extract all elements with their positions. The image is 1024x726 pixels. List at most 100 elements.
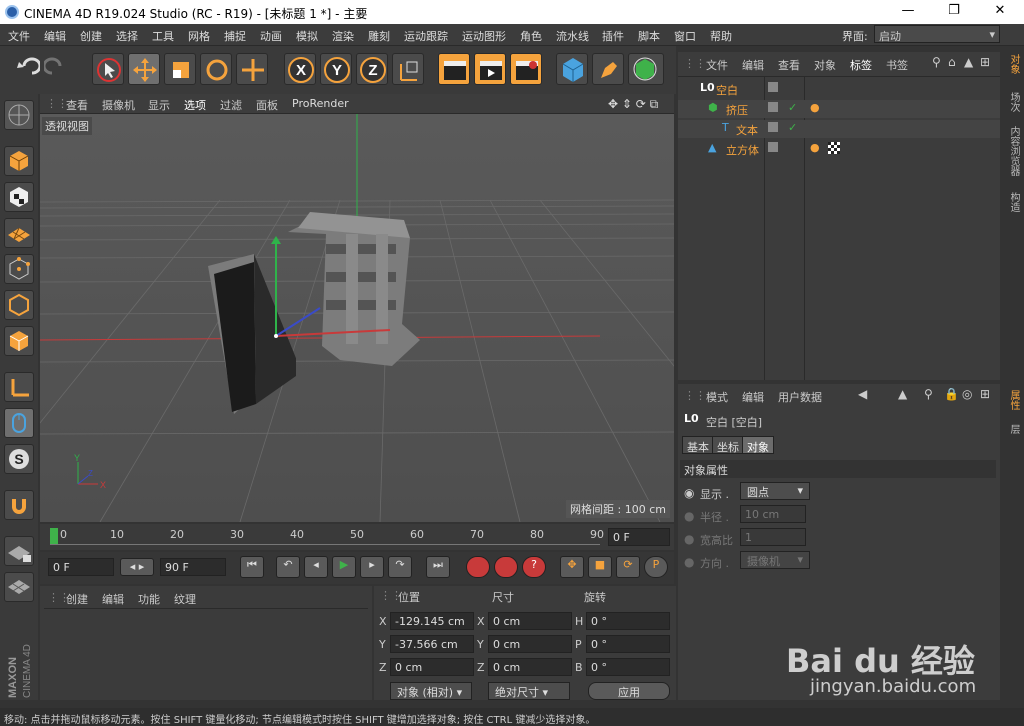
visibility-toggle[interactable] bbox=[768, 142, 778, 152]
material-tag-icon[interactable]: ● bbox=[810, 101, 820, 114]
tab-coordinates[interactable]: 坐标 bbox=[712, 436, 744, 454]
key-scale-button[interactable]: ■ bbox=[588, 556, 612, 578]
size-y-field[interactable]: 0 cm bbox=[488, 635, 572, 653]
radio-icon[interactable]: ● bbox=[684, 509, 694, 523]
object-row[interactable]: ⬢ 挤压 ✓ ● bbox=[678, 100, 1000, 118]
model-mode-button[interactable] bbox=[4, 146, 34, 176]
tweak-mode-button[interactable] bbox=[4, 408, 34, 438]
lock-icon[interactable]: 🔒 bbox=[944, 387, 959, 401]
rotation-p-field[interactable]: 0 ° bbox=[586, 635, 670, 653]
recent-tool-button[interactable] bbox=[236, 53, 268, 85]
tab-content-browser[interactable]: 内容浏览器 bbox=[1005, 126, 1021, 176]
attr-menu-mode[interactable]: 模式 bbox=[706, 389, 728, 405]
menu-script[interactable]: 脚本 bbox=[638, 28, 660, 44]
coordinate-mode-select[interactable]: 对象 (相对) ▾ bbox=[390, 682, 472, 700]
material-menu-function[interactable]: 功能 bbox=[138, 591, 160, 607]
position-y-field[interactable]: -37.566 cm bbox=[390, 635, 474, 653]
tab-structure[interactable]: 构造 bbox=[1005, 192, 1021, 212]
size-mode-select[interactable]: 绝对尺寸 ▾ bbox=[488, 682, 570, 700]
search-icon[interactable]: ⚲ bbox=[924, 387, 933, 401]
play-button[interactable]: ▶ bbox=[332, 556, 356, 578]
radio-icon[interactable]: ● bbox=[684, 555, 694, 569]
size-x-field[interactable]: 0 cm bbox=[488, 612, 572, 630]
planar-workplane-button[interactable] bbox=[4, 572, 34, 602]
texture-tag-icon[interactable] bbox=[828, 142, 840, 154]
radio-icon[interactable]: ● bbox=[684, 532, 694, 546]
key-position-button[interactable]: ✥ bbox=[560, 556, 584, 578]
object-menu-file[interactable]: 文件 bbox=[706, 57, 728, 73]
menu-edit[interactable]: 编辑 bbox=[44, 28, 66, 44]
material-menu-create[interactable]: 创建 bbox=[66, 591, 88, 607]
subdivision-button[interactable] bbox=[628, 53, 664, 85]
autokey-button[interactable] bbox=[494, 556, 518, 578]
object-name[interactable]: 挤压 bbox=[726, 102, 748, 118]
move-tool-button[interactable] bbox=[128, 53, 160, 85]
viewport-menu-view[interactable]: 查看 bbox=[66, 97, 88, 113]
viewport-menu-filter[interactable]: 过滤 bbox=[220, 97, 242, 113]
tab-object[interactable]: 对象 bbox=[742, 436, 774, 454]
close-button[interactable]: ✕ bbox=[980, 3, 1020, 18]
drag-handle-icon[interactable]: ⋮⋮ bbox=[684, 389, 706, 402]
object-name[interactable]: 立方体 bbox=[726, 142, 759, 158]
go-to-end-button[interactable]: ⏭ bbox=[426, 556, 450, 578]
menu-help[interactable]: 帮助 bbox=[710, 28, 732, 44]
rotation-h-field[interactable]: 0 ° bbox=[586, 612, 670, 630]
menu-create[interactable]: 创建 bbox=[80, 28, 102, 44]
viewport-menu-prorender[interactable]: ProRender bbox=[292, 97, 349, 110]
object-row[interactable]: T 文本 ✓ bbox=[678, 120, 1000, 138]
aspect-field[interactable]: 1 bbox=[740, 528, 806, 546]
minimize-button[interactable]: — bbox=[888, 3, 928, 18]
attr-menu-edit[interactable]: 编辑 bbox=[742, 389, 764, 405]
tab-takes[interactable]: 场次 bbox=[1005, 92, 1021, 112]
object-menu-tags[interactable]: 标签 bbox=[850, 57, 872, 73]
previous-frame-button[interactable]: ◂ bbox=[304, 556, 328, 578]
menu-file[interactable]: 文件 bbox=[8, 28, 30, 44]
menu-motion-tracker[interactable]: 运动跟踪 bbox=[404, 28, 448, 44]
menu-simulate[interactable]: 模拟 bbox=[296, 28, 318, 44]
viewport-menu-panel[interactable]: 面板 bbox=[256, 97, 278, 113]
attr-menu-userdata[interactable]: 用户数据 bbox=[778, 389, 822, 405]
menu-plugins[interactable]: 插件 bbox=[602, 28, 624, 44]
object-row[interactable]: L0 空白 bbox=[678, 80, 1000, 98]
z-axis-button[interactable]: Z bbox=[356, 53, 388, 85]
live-select-button[interactable] bbox=[92, 53, 124, 85]
menu-window[interactable]: 窗口 bbox=[674, 28, 696, 44]
new-window-icon[interactable]: ⊞ bbox=[980, 55, 990, 69]
points-mode-button[interactable] bbox=[4, 254, 34, 284]
key-rotation-button[interactable]: ⟳ bbox=[616, 556, 640, 578]
magnet-button[interactable] bbox=[4, 490, 34, 520]
redo-button[interactable] bbox=[42, 53, 76, 85]
enabled-check-icon[interactable]: ✓ bbox=[788, 101, 797, 114]
current-frame-field[interactable]: 0 F bbox=[608, 528, 670, 546]
object-menu-view[interactable]: 查看 bbox=[778, 57, 800, 73]
axis-mode-button[interactable] bbox=[4, 372, 34, 402]
search-icon[interactable]: ⚲ bbox=[932, 55, 941, 69]
drag-handle-icon[interactable]: ⋮⋮ bbox=[46, 97, 68, 110]
go-to-start-button[interactable]: ⏮ bbox=[240, 556, 264, 578]
drag-handle-icon[interactable]: ⋮⋮ bbox=[684, 57, 706, 70]
object-menu-objects[interactable]: 对象 bbox=[814, 57, 836, 73]
key-parameter-button[interactable]: P bbox=[644, 556, 668, 578]
render-view-button[interactable] bbox=[438, 53, 470, 85]
y-axis-button[interactable]: Y bbox=[320, 53, 352, 85]
start-frame-field[interactable]: 0 F bbox=[48, 558, 114, 576]
render-settings-button[interactable] bbox=[510, 53, 542, 85]
cube-button[interactable] bbox=[556, 53, 588, 85]
menu-select[interactable]: 选择 bbox=[116, 28, 138, 44]
viewport-menu-display[interactable]: 显示 bbox=[148, 97, 170, 113]
end-frame-field[interactable]: 90 F bbox=[160, 558, 226, 576]
menu-snap[interactable]: 捕捉 bbox=[224, 28, 246, 44]
radio-icon[interactable]: ◉ bbox=[684, 486, 694, 500]
restore-button[interactable]: ❐ bbox=[934, 3, 974, 18]
next-frame-button[interactable]: ▸ bbox=[360, 556, 384, 578]
enabled-check-icon[interactable]: ✓ bbox=[788, 121, 797, 134]
keyframe-selection-button[interactable]: ? bbox=[522, 556, 546, 578]
position-z-field[interactable]: 0 cm bbox=[390, 658, 474, 676]
new-window-icon[interactable]: ⊞ bbox=[980, 387, 990, 401]
record-keys-button[interactable] bbox=[466, 556, 490, 578]
tab-layers[interactable]: 层 bbox=[1005, 424, 1021, 434]
tab-objects[interactable]: 对象 bbox=[1005, 54, 1021, 74]
size-z-field[interactable]: 0 cm bbox=[488, 658, 572, 676]
rotation-b-field[interactable]: 0 ° bbox=[586, 658, 670, 676]
coordinate-system-button[interactable] bbox=[392, 53, 424, 85]
